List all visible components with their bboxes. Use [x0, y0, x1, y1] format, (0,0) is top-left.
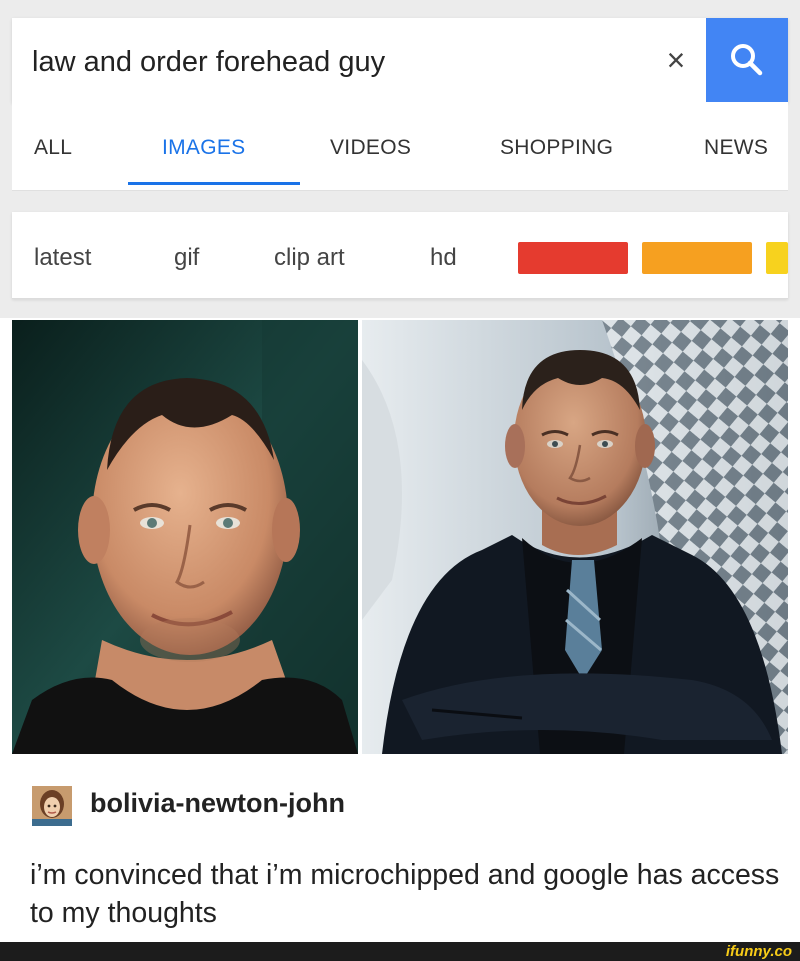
- tab-news[interactable]: NEWS: [704, 136, 768, 160]
- post-text: i’m convinced that i’m microchipped and …: [30, 859, 780, 929]
- result-image-left[interactable]: [12, 320, 358, 754]
- search-icon: [731, 44, 763, 76]
- color-filter-red[interactable]: [518, 242, 628, 274]
- filter-chip-latest[interactable]: latest: [34, 244, 91, 272]
- portrait-closeup-image: [12, 320, 358, 754]
- close-icon: ×: [666, 41, 686, 78]
- active-tab-indicator: [128, 182, 300, 185]
- search-button[interactable]: [706, 18, 788, 102]
- ifunny-watermark: ifunny.co: [725, 943, 792, 960]
- tab-shopping[interactable]: SHOPPING: [500, 136, 613, 160]
- tab-videos[interactable]: VIDEOS: [330, 136, 411, 160]
- filter-chip-gif[interactable]: gif: [174, 244, 199, 272]
- color-filter-orange[interactable]: [642, 242, 752, 274]
- search-bar: law and order forehead guy ×: [12, 18, 788, 103]
- tab-all[interactable]: ALL: [34, 136, 72, 160]
- avatar-image: [32, 786, 72, 826]
- tumblr-post: bolivia-newton-john i’m convinced that i…: [0, 756, 800, 942]
- post-username[interactable]: bolivia-newton-john: [90, 788, 345, 819]
- search-tabs: ALL IMAGES VIDEOS SHOPPING NEWS: [12, 102, 788, 191]
- color-filter-yellow[interactable]: [766, 242, 788, 274]
- tab-images[interactable]: IMAGES: [162, 136, 245, 160]
- footer-bar: ifunny.co: [0, 942, 800, 961]
- google-search-screenshot: law and order forehead guy × ALL IMAGES …: [0, 0, 800, 318]
- search-input[interactable]: law and order forehead guy: [32, 46, 385, 79]
- image-filter-bar: latest gif clip art hd: [12, 212, 788, 299]
- portrait-suit-image: [362, 320, 788, 754]
- avatar[interactable]: [32, 786, 72, 826]
- filter-chip-hd[interactable]: hd: [430, 244, 457, 272]
- clear-search-button[interactable]: ×: [648, 32, 704, 88]
- filter-chip-clip-art[interactable]: clip art: [274, 244, 345, 272]
- result-image-right[interactable]: [362, 320, 788, 754]
